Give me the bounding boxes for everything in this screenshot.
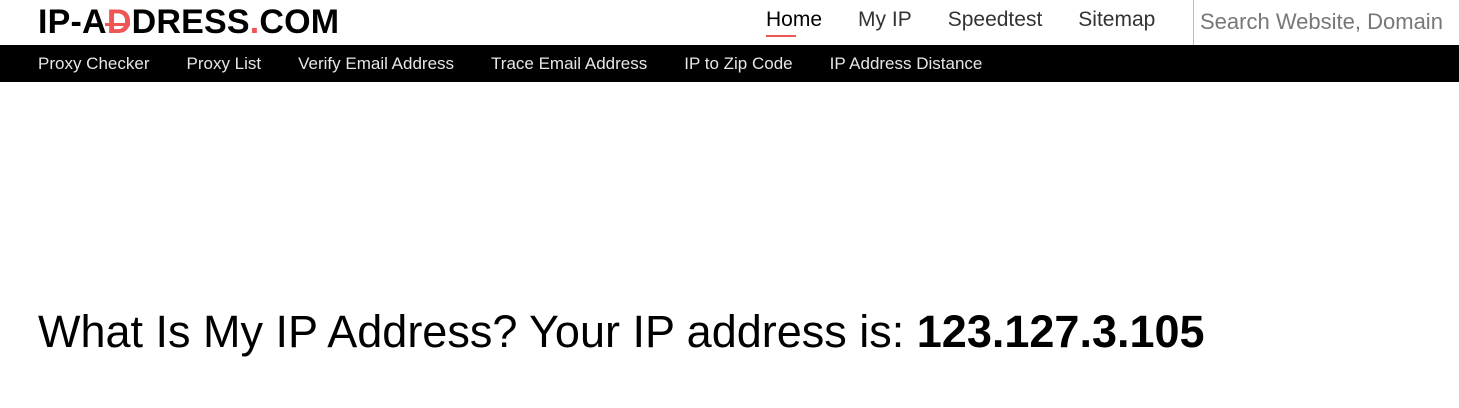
subnav-item-verify-email-address[interactable]: Verify Email Address	[298, 54, 454, 74]
nav-item-sitemap[interactable]: Sitemap	[1060, 0, 1173, 32]
main-nav: Home My IP Speedtest Sitemap	[748, 0, 1173, 45]
page-headline: What Is My IP Address? Your IP address i…	[38, 306, 1205, 358]
nav-item-my-ip[interactable]: My IP	[840, 0, 930, 32]
ip-address-value: 123.127.3.105	[916, 306, 1205, 357]
subnav-item-proxy-list[interactable]: Proxy List	[186, 54, 261, 74]
logo-text-part3: COM	[259, 3, 340, 41]
tools-subnav: Proxy Checker Proxy List Verify Email Ad…	[0, 45, 1459, 82]
subnav-item-trace-email-address[interactable]: Trace Email Address	[491, 54, 647, 74]
search-input[interactable]	[1200, 6, 1459, 38]
nav-item-home[interactable]: Home	[748, 0, 840, 37]
subnav-item-ip-address-distance[interactable]: IP Address Distance	[830, 54, 983, 74]
headline-text: What Is My IP Address? Your IP address i…	[38, 306, 917, 357]
logo-text-dot: .	[249, 3, 260, 41]
subnav-item-proxy-checker[interactable]: Proxy Checker	[38, 54, 149, 74]
site-logo[interactable]: IP-ADDRESS.COM	[38, 2, 339, 42]
site-header: IP-ADDRESS.COM Home My IP Speedtest Site…	[0, 0, 1459, 45]
logo-text-d: D	[106, 3, 132, 41]
nav-item-speedtest[interactable]: Speedtest	[930, 0, 1061, 32]
subnav-item-ip-to-zip-code[interactable]: IP to Zip Code	[684, 54, 792, 74]
logo-text-part1: IP-A	[38, 3, 107, 41]
search-box	[1193, 0, 1459, 45]
logo-text-part2: DRESS	[131, 3, 250, 41]
